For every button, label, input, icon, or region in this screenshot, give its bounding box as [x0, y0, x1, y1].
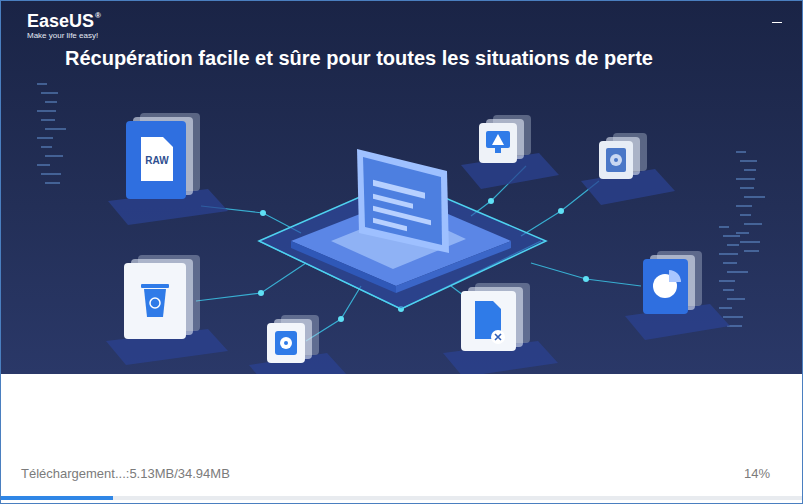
code-decoration [736, 151, 765, 252]
logo-name: EaseUS® [27, 11, 101, 31]
download-status: Téléchargement...:5.13MB/34.94MB [21, 466, 230, 482]
progress-fill [1, 496, 113, 500]
progress-track [1, 496, 802, 500]
recycle-bin-icon [106, 255, 228, 365]
hard-disk-icon [581, 133, 675, 205]
deleted-file-icon [443, 283, 558, 374]
banner-title: Récupération facile et sûre pour toutes … [27, 45, 788, 71]
header: EaseUS®Make your life easy! Récupération … [1, 1, 802, 71]
connector-lines [196, 166, 641, 341]
raw-file-icon: RAW [108, 113, 228, 225]
logo-mark: ® [95, 11, 101, 21]
status-row: Téléchargement...:5.13MB/34.94MB 14% [1, 466, 802, 496]
logo-tagline: Make your life easy! [27, 31, 101, 41]
minimize-icon [771, 16, 783, 28]
pie-chart-icon [625, 251, 730, 340]
warning-monitor-icon [461, 115, 559, 189]
code-decoration [37, 83, 66, 184]
minimize-button[interactable] [766, 11, 788, 33]
download-panel: Téléchargement...:5.13MB/34.94MB 14% [1, 374, 802, 503]
disk-icon [249, 315, 347, 374]
easeus-logo: EaseUS®Make your life easy! [27, 11, 101, 41]
download-percent: 14% [744, 466, 770, 482]
banner: RAW EaseUS®Make your life easy! Récupérati… [1, 1, 802, 374]
installer-window: RAW EaseUS®Make your life easy! Récupérati… [0, 0, 803, 504]
raw-label: RAW [145, 155, 169, 166]
